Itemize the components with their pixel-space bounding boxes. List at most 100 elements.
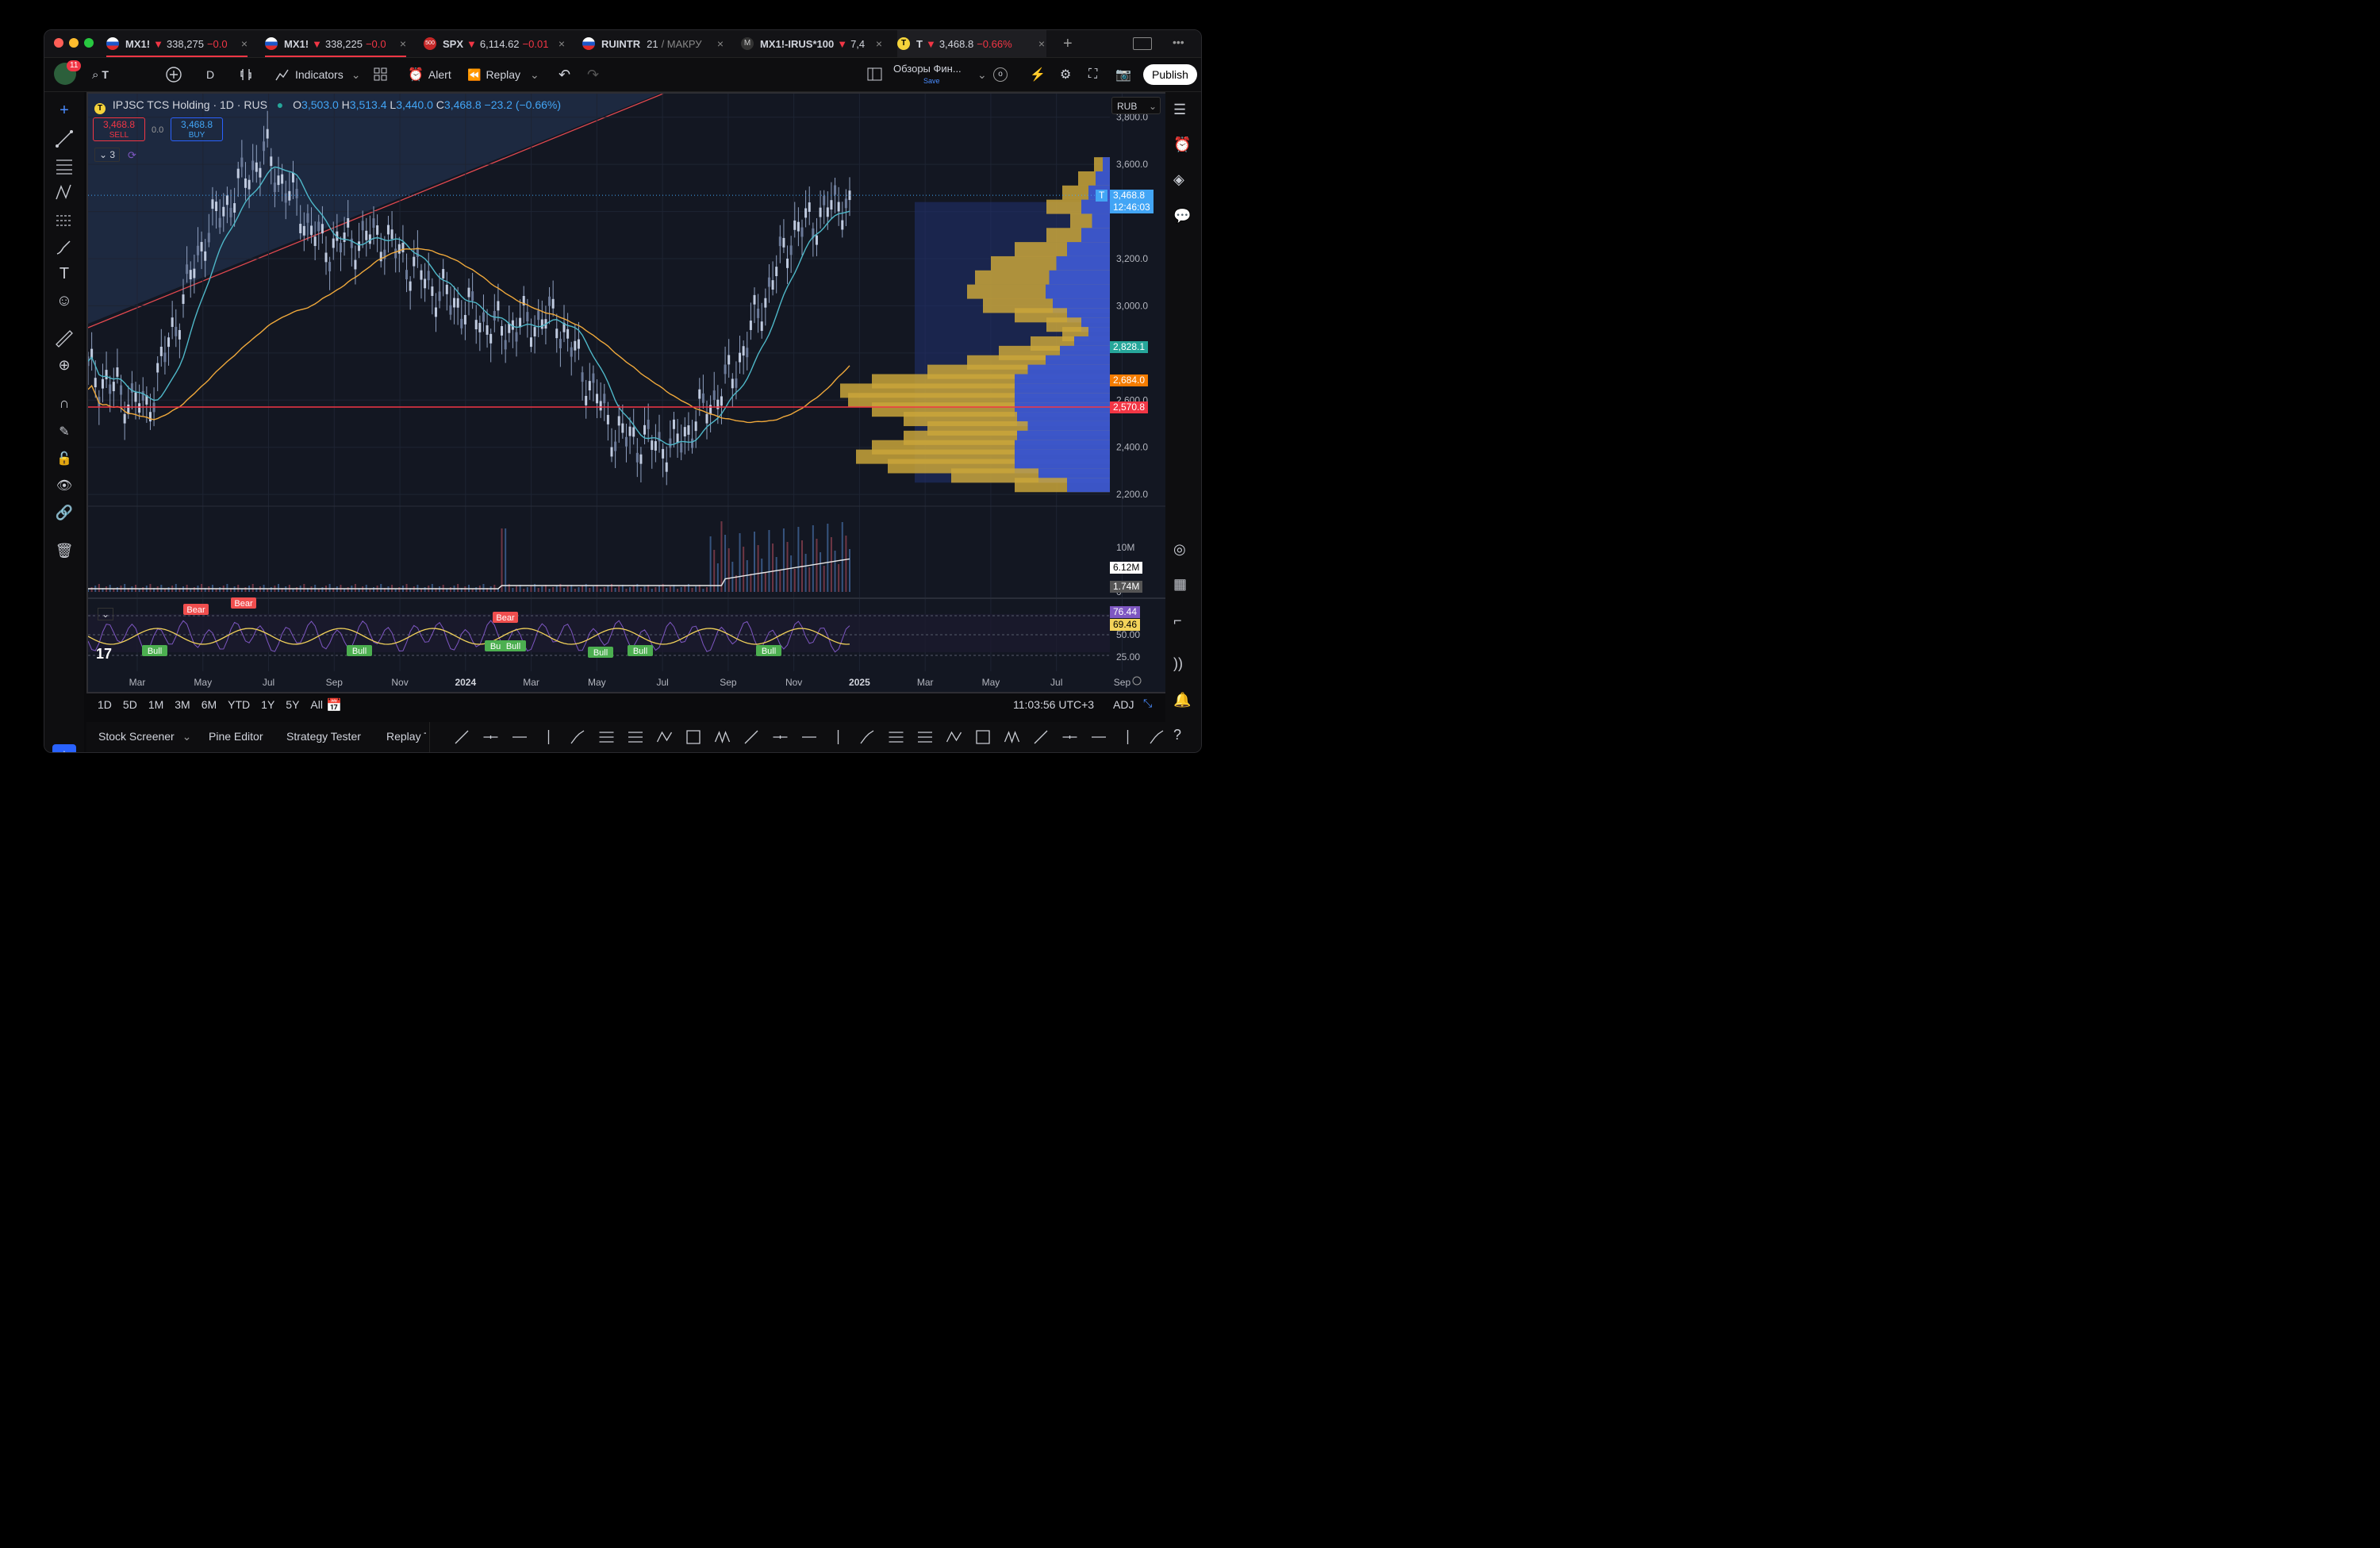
help-icon[interactable]: ? xyxy=(1173,727,1194,747)
interval-button[interactable]: D xyxy=(206,58,214,91)
close-window-button[interactable] xyxy=(54,38,63,48)
drawing-tool-icon[interactable] xyxy=(1062,736,1077,739)
alert-button[interactable]: ⏰ Alert xyxy=(408,58,451,91)
goto-date-icon[interactable]: 📅 xyxy=(326,697,342,713)
pattern-icon[interactable] xyxy=(54,182,75,203)
range-all[interactable]: All xyxy=(310,698,323,711)
layout-save-label[interactable]: Save xyxy=(923,77,940,85)
pine-editor-tab[interactable]: Pine Editor xyxy=(209,730,263,743)
drawing-tool-icon[interactable] xyxy=(1150,730,1164,744)
tab-2[interactable]: MX1! ▼ 338,225 −0.0 × xyxy=(265,30,408,57)
ruler-icon[interactable] xyxy=(54,328,75,349)
more-icon[interactable]: ••• xyxy=(1173,36,1184,48)
range-6m[interactable]: 6M xyxy=(202,698,217,711)
lock-icon[interactable]: 🔓 xyxy=(54,451,75,471)
chart-icon[interactable]: ⌐ xyxy=(1173,613,1194,633)
close-tab-icon[interactable]: × xyxy=(1038,37,1045,50)
publish-button[interactable]: Publish xyxy=(1143,64,1197,85)
redo-icon[interactable]: ↷ xyxy=(587,58,599,91)
trash-icon[interactable]: 🗑 xyxy=(54,543,75,563)
emoji-icon[interactable]: ☺ xyxy=(54,292,75,313)
layout-name[interactable]: Обзоры Фин... xyxy=(893,63,962,75)
drawing-tool-icon[interactable] xyxy=(599,732,614,743)
price-chart[interactable]: 3,800.03,600.03,200.03,000.02,600.02,400… xyxy=(88,94,1165,692)
speedometer-icon[interactable]: ◎ xyxy=(1173,541,1194,562)
close-tab-icon[interactable]: × xyxy=(241,37,248,50)
range-1y[interactable]: 1Y xyxy=(261,698,274,711)
drawing-tool-icon[interactable] xyxy=(628,732,643,743)
drawing-tool-icon[interactable] xyxy=(570,730,585,744)
fullscreen-icon[interactable]: ⛶ xyxy=(1088,58,1097,91)
sync-icon[interactable]: ⟳ xyxy=(128,149,136,162)
drawing-tool-icon[interactable] xyxy=(714,731,731,744)
watchlist-icon[interactable]: ☰ xyxy=(1173,102,1194,122)
clock-label[interactable]: 11:03:56 UTC+3 xyxy=(1013,698,1094,711)
magnet-icon[interactable]: ∩ xyxy=(54,395,75,416)
drawing-tool-icon[interactable] xyxy=(889,732,904,743)
templates-icon[interactable] xyxy=(374,58,388,91)
replay-trading-tab[interactable]: Replay T xyxy=(386,730,426,743)
indicators-button[interactable]: Indicators ⌄ xyxy=(274,58,360,91)
drawing-tool-icon[interactable] xyxy=(860,730,874,744)
close-tab-icon[interactable]: × xyxy=(400,37,406,50)
currency-select[interactable]: RUB ⌄ xyxy=(1111,97,1161,114)
drawing-tool-icon[interactable] xyxy=(455,730,469,744)
calendar-icon[interactable]: ▦ xyxy=(1173,576,1194,597)
text-tool-icon[interactable]: T xyxy=(54,265,75,286)
legend-title[interactable]: IPJSC TCS Holding · 1D · RUS xyxy=(113,98,267,111)
drawing-tool-icon[interactable] xyxy=(686,730,701,744)
undo-icon[interactable]: ↶ xyxy=(559,58,570,91)
indicator-collapse-button[interactable]: ⌄ 3 xyxy=(94,148,121,162)
tab-6[interactable]: T T ▼ 3,468.8 −0.66% × xyxy=(897,30,1046,57)
link-icon[interactable]: 🔗 xyxy=(54,505,75,525)
range-1m[interactable]: 1M xyxy=(148,698,163,711)
sell-button[interactable]: 3,468.8 SELL xyxy=(93,117,145,141)
tab-1[interactable]: MX1! ▼ 338,275 −0.0 × xyxy=(106,30,249,57)
close-tab-icon[interactable]: × xyxy=(876,37,882,50)
drawing-tool-icon[interactable] xyxy=(976,730,990,744)
layout-select-icon[interactable] xyxy=(867,58,883,91)
bell-icon[interactable]: 🔔 xyxy=(1173,692,1194,713)
drawing-tool-icon[interactable] xyxy=(1034,730,1048,744)
rsi-collapse-button[interactable]: ⌄ xyxy=(98,608,114,620)
expand-icon[interactable]: ⤡ xyxy=(1143,697,1152,710)
zoom-in-icon[interactable]: ⊕ xyxy=(54,357,75,378)
tab-5[interactable]: M MX1!-IRUS*100 ▼ 7,4 × xyxy=(741,30,884,57)
alarm-icon[interactable]: ⏰ xyxy=(1173,136,1194,157)
maximize-window-button[interactable] xyxy=(84,38,94,48)
range-1d[interactable]: 1D xyxy=(98,698,112,711)
tab-4[interactable]: RUINTR 21/ МАКРУ × xyxy=(582,30,725,57)
eye-icon[interactable]: 👁 xyxy=(54,478,75,498)
adj-toggle[interactable]: ADJ xyxy=(1113,698,1134,711)
layers-icon[interactable]: ◈ xyxy=(1173,171,1194,192)
range-3m[interactable]: 3M xyxy=(175,698,190,711)
pencil-lock-icon[interactable]: ✎ xyxy=(54,424,75,444)
chat-icon[interactable]: 💬 xyxy=(1173,208,1194,229)
brush-icon[interactable] xyxy=(54,236,75,257)
tab-3[interactable]: 500 SPX ▼ 6,114.62 −0.01 × xyxy=(424,30,566,57)
settings-gear-icon[interactable]: ⚙ xyxy=(1060,58,1071,91)
stock-screener-tab[interactable]: Stock Screener ⌄ xyxy=(98,730,191,743)
camera-icon[interactable]: 📷 xyxy=(1115,58,1131,91)
range-ytd[interactable]: YTD xyxy=(228,698,250,711)
chevron-down-icon[interactable]: ⌄ xyxy=(977,58,987,91)
drawing-tool-icon[interactable] xyxy=(744,730,758,744)
forecast-icon[interactable] xyxy=(54,209,75,230)
favorites-star-icon[interactable]: ☆ xyxy=(52,744,76,752)
drawing-tool-icon[interactable] xyxy=(946,731,962,743)
layout-icon[interactable] xyxy=(1133,37,1152,50)
strategy-tester-tab[interactable]: Strategy Tester xyxy=(286,730,361,743)
drawing-tool-icon[interactable] xyxy=(656,731,673,743)
replay-button[interactable]: ⏪ Replay ⌄ xyxy=(467,58,539,91)
close-tab-icon[interactable]: × xyxy=(559,37,565,50)
quick-search-icon[interactable]: ⚡ xyxy=(1030,58,1046,91)
layout-status-icon[interactable]: o xyxy=(993,67,1008,82)
trend-line-icon[interactable] xyxy=(54,129,75,149)
range-5y[interactable]: 5Y xyxy=(286,698,299,711)
close-tab-icon[interactable]: × xyxy=(717,37,724,50)
new-tab-icon[interactable]: + xyxy=(1063,35,1073,53)
crosshair-icon[interactable]: + xyxy=(54,102,75,122)
drawing-tool-icon[interactable] xyxy=(918,732,932,743)
chart-area[interactable]: 3,800.0 3,600.0 3,200.0 3,000.0 2,600.0 2,400… xyxy=(86,92,1167,693)
stream-icon[interactable]: )) xyxy=(1173,655,1194,676)
